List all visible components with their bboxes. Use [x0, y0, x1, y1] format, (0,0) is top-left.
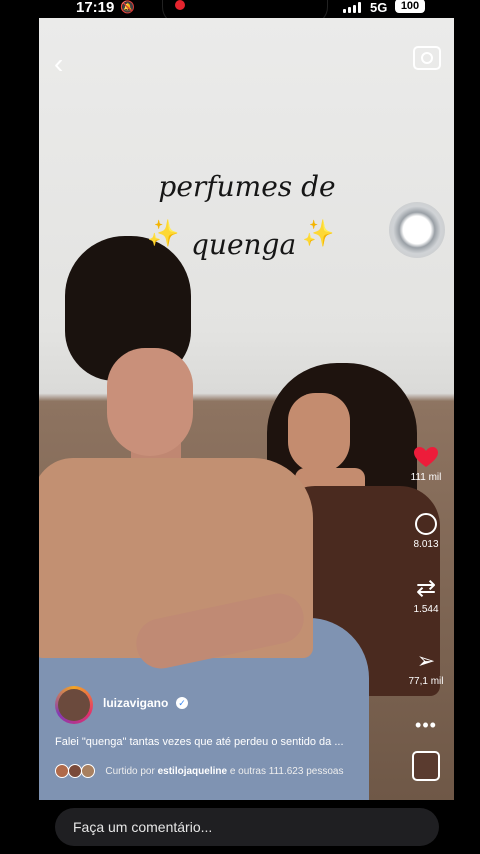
like-button[interactable]: 111 mil — [401, 446, 451, 483]
send-icon: ➢ — [416, 648, 436, 673]
status-bar: 17:19 🔕 5G 100 — [0, 0, 480, 25]
share-count: 77,1 mil — [408, 676, 444, 687]
recording-dot-icon — [175, 0, 185, 10]
silent-bell-icon: 🔕 — [120, 0, 135, 14]
comment-button[interactable]: 8.013 — [401, 513, 451, 550]
share-button[interactable]: ➢ 77,1 mil — [401, 648, 451, 688]
battery-indicator: 100 — [395, 0, 425, 13]
person-left-face — [107, 348, 193, 456]
comment-input[interactable] — [55, 808, 439, 846]
reel-video[interactable]: perfumes de ✨ quenga ✨ ‹ 111 mil 8.013 ⇄… — [39, 18, 454, 800]
liked-user: estilojaqueline — [157, 765, 228, 777]
liker-avatar — [67, 764, 82, 778]
more-icon: ••• — [415, 715, 437, 735]
audio-thumbnail[interactable] — [412, 751, 440, 781]
video-caption-line1: perfumes de — [158, 170, 336, 203]
repost-count: 1.544 — [413, 604, 439, 615]
liker-avatar — [55, 764, 69, 778]
liked-prefix: Curtido por — [105, 765, 155, 777]
camera-icon[interactable] — [413, 46, 441, 70]
heart-icon — [414, 447, 438, 467]
more-options-button[interactable]: ••• — [401, 716, 451, 734]
author-username[interactable]: luizavigano — [103, 696, 168, 710]
status-time: 17:19 — [76, 0, 115, 16]
repost-button[interactable]: ⇄ 1.544 — [401, 575, 451, 616]
signal-icon — [343, 2, 363, 13]
network-type: 5G — [370, 0, 388, 15]
sparkle-icon: ✨ — [302, 218, 335, 248]
assistive-touch-button[interactable] — [389, 202, 445, 258]
liked-by-row[interactable]: Curtido por estilojaqueline e outras 111… — [55, 764, 343, 778]
video-caption-line2: quenga — [191, 228, 297, 261]
like-count: 111 mil — [410, 472, 442, 483]
sparkle-icon: ✨ — [147, 218, 180, 248]
liked-by-text: Curtido por estilojaqueline e outras 111… — [105, 766, 343, 777]
comment-count: 8.013 — [413, 539, 439, 550]
back-arrow-icon[interactable]: ‹ — [54, 50, 63, 78]
comment-bubble-icon — [415, 513, 437, 535]
person-right-face — [288, 393, 350, 473]
verified-badge-icon: ✓ — [176, 697, 188, 709]
author-avatar[interactable] — [55, 686, 93, 724]
repost-icon: ⇄ — [415, 575, 437, 602]
post-description[interactable]: Falei "quenga" tantas vezes que até perd… — [55, 736, 395, 748]
liker-avatar — [80, 764, 95, 778]
liked-suffix: e outras 111.623 pessoas — [229, 765, 344, 777]
